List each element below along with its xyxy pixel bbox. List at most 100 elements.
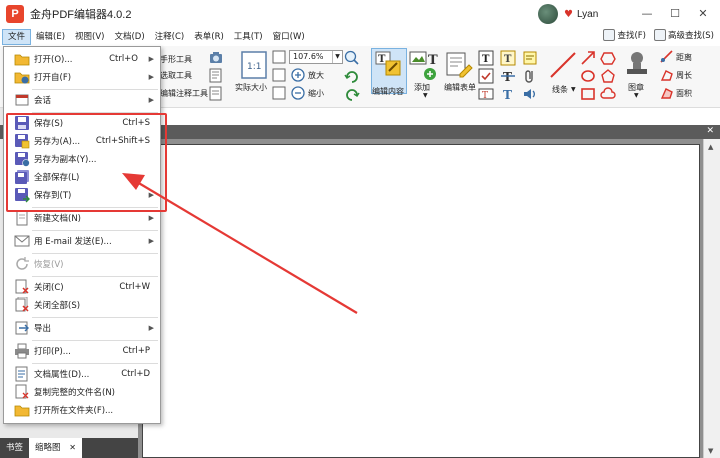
- rectangle-icon[interactable]: [580, 86, 596, 102]
- arrow-shape-icon[interactable]: [580, 50, 596, 66]
- menu-item-export[interactable]: 导出 ▶: [4, 319, 160, 337]
- menu-view[interactable]: 视图(V): [70, 29, 109, 45]
- actual-size-label[interactable]: 实际大小: [235, 82, 267, 93]
- document-page[interactable]: [142, 144, 700, 458]
- distance-icon[interactable]: [660, 50, 674, 64]
- menu-form[interactable]: 表单(R): [189, 29, 229, 45]
- menu-separator: [32, 276, 158, 277]
- zoom-out-icon[interactable]: [291, 86, 305, 100]
- fit-visible-icon[interactable]: [272, 86, 286, 100]
- stamp-chevron-icon[interactable]: ▼: [634, 92, 639, 99]
- text-box-icon[interactable]: T: [500, 50, 516, 66]
- menu-comment[interactable]: 注释(C): [150, 29, 190, 45]
- submenu-arrow-icon: ▶: [148, 237, 154, 245]
- menu-item-close[interactable]: 关闭(C) Ctrl+W: [4, 278, 160, 296]
- distance-label[interactable]: 距离: [676, 52, 692, 63]
- minimize-button[interactable]: —: [636, 4, 658, 22]
- perimeter-icon[interactable]: [660, 68, 674, 82]
- window-title: 金舟PDF编辑器4.0.2: [30, 9, 132, 21]
- submenu-arrow-icon: ▶: [148, 214, 154, 222]
- hand-tool-button[interactable]: 手形工具: [160, 54, 192, 65]
- menu-window[interactable]: 窗口(W): [268, 29, 310, 45]
- user-name[interactable]: Lyan: [577, 9, 598, 20]
- strikethrough-icon[interactable]: T: [500, 68, 516, 84]
- scroll-down-icon[interactable]: ▼: [708, 447, 713, 455]
- tab-bookmarks[interactable]: 书签: [0, 438, 29, 458]
- lines-label[interactable]: 线条: [552, 84, 568, 95]
- menu-edit[interactable]: 编辑(E): [31, 29, 70, 45]
- zoom-select[interactable]: 107.6% ▼: [289, 50, 343, 64]
- magnifier-icon[interactable]: [344, 50, 360, 66]
- perimeter-label[interactable]: 周长: [676, 70, 692, 81]
- close-icon[interactable]: ✕: [69, 443, 76, 452]
- menu-item-properties[interactable]: 文档属性(D)... Ctrl+D: [4, 365, 160, 383]
- find-button[interactable]: 查找(F): [603, 29, 646, 41]
- fit-width-icon[interactable]: [272, 50, 286, 64]
- actual-size-icon[interactable]: 1:1: [240, 50, 268, 80]
- menu-item-session[interactable]: 会话 ▶: [4, 91, 160, 109]
- svg-text:T: T: [378, 54, 386, 65]
- edit-form-label[interactable]: 编辑表单: [444, 82, 476, 93]
- page-setup-icon[interactable]: [208, 86, 226, 102]
- menu-item-open[interactable]: 打开(O)... Ctrl+O ▶: [4, 50, 160, 68]
- menu-document[interactable]: 文档(D): [109, 29, 149, 45]
- menu-tools[interactable]: 工具(T): [229, 29, 268, 45]
- lines-chevron-icon[interactable]: ▼: [571, 86, 576, 93]
- ellipse-icon[interactable]: [580, 68, 596, 84]
- add-chevron-icon[interactable]: ▼: [423, 92, 428, 99]
- rotate-ccw-icon[interactable]: [344, 86, 360, 102]
- submenu-arrow-icon: ▶: [148, 55, 154, 63]
- menu-file[interactable]: 文件: [2, 29, 32, 45]
- copy-filename-icon: [15, 384, 29, 399]
- checkbox-field-icon[interactable]: [478, 68, 494, 84]
- submenu-arrow-icon: ▶: [148, 96, 154, 104]
- menu-item-open-from[interactable]: 打开自(F) ▶: [4, 68, 160, 86]
- line-icon[interactable]: [548, 50, 578, 80]
- zoom-out-label[interactable]: 缩小: [308, 88, 324, 99]
- attachment-icon[interactable]: [522, 68, 538, 84]
- pentagon-icon[interactable]: [600, 68, 616, 84]
- rotate-cw-icon[interactable]: [344, 68, 360, 84]
- edit-annot-tool-button[interactable]: 编辑注释工具: [160, 88, 208, 99]
- menu-item-label: 关闭(C): [34, 283, 64, 293]
- polygon-icon[interactable]: [600, 50, 616, 66]
- advanced-find-button[interactable]: 高级查找(S): [653, 29, 714, 41]
- menu-item-copy-filename[interactable]: 复制完整的文件名(N): [4, 383, 160, 401]
- menu-item-email[interactable]: 用 E-mail 发送(E)... ▶: [4, 232, 160, 250]
- zoom-in-icon[interactable]: [291, 68, 305, 82]
- typewriter-icon[interactable]: T: [500, 86, 516, 102]
- maximize-button[interactable]: ☐: [664, 4, 686, 22]
- select-tool-button[interactable]: 选取工具: [160, 70, 192, 81]
- zoom-value: 107.6%: [293, 52, 324, 61]
- avatar[interactable]: [538, 4, 558, 24]
- chevron-down-icon[interactable]: ▼: [332, 51, 342, 63]
- menu-item-print[interactable]: 打印(P)... Ctrl+P: [4, 342, 160, 360]
- camera-icon[interactable]: [208, 50, 224, 66]
- note-icon[interactable]: [522, 50, 538, 66]
- area-label[interactable]: 面积: [676, 88, 692, 99]
- edit-form-icon[interactable]: [444, 50, 474, 80]
- menu-item-open-containing-folder[interactable]: 打开所在文件夹(F)...: [4, 401, 160, 419]
- scroll-up-icon[interactable]: ▲: [708, 143, 713, 151]
- close-icon[interactable]: ✕: [706, 126, 714, 136]
- sound-icon[interactable]: [522, 86, 538, 102]
- close-window-button[interactable]: ✕: [692, 4, 714, 22]
- menu-item-close-all[interactable]: 关闭全部(S): [4, 296, 160, 314]
- menu-item-shortcut: Ctrl+P: [122, 346, 150, 356]
- add-image-text-icon[interactable]: T: [408, 50, 442, 82]
- stamp-icon[interactable]: [624, 50, 650, 80]
- text-field-icon[interactable]: T: [478, 50, 494, 66]
- export-icon: [15, 321, 29, 335]
- tab-thumbnails[interactable]: 缩略图 ✕: [29, 438, 82, 458]
- edit-content-label[interactable]: 编辑内容: [372, 86, 404, 97]
- fit-page-icon[interactable]: [272, 68, 286, 82]
- vertical-scrollbar[interactable]: ▲ ▼: [703, 139, 720, 458]
- page-icon[interactable]: [208, 68, 226, 84]
- menu-separator: [32, 253, 158, 254]
- button-field-icon[interactable]: T: [478, 86, 494, 102]
- cloud-icon[interactable]: [600, 86, 616, 102]
- menu-item-label: 打开(O)...: [34, 55, 73, 65]
- area-icon[interactable]: [660, 86, 674, 100]
- user-area[interactable]: ♥ Lyan: [538, 4, 598, 24]
- zoom-in-label[interactable]: 放大: [308, 70, 324, 81]
